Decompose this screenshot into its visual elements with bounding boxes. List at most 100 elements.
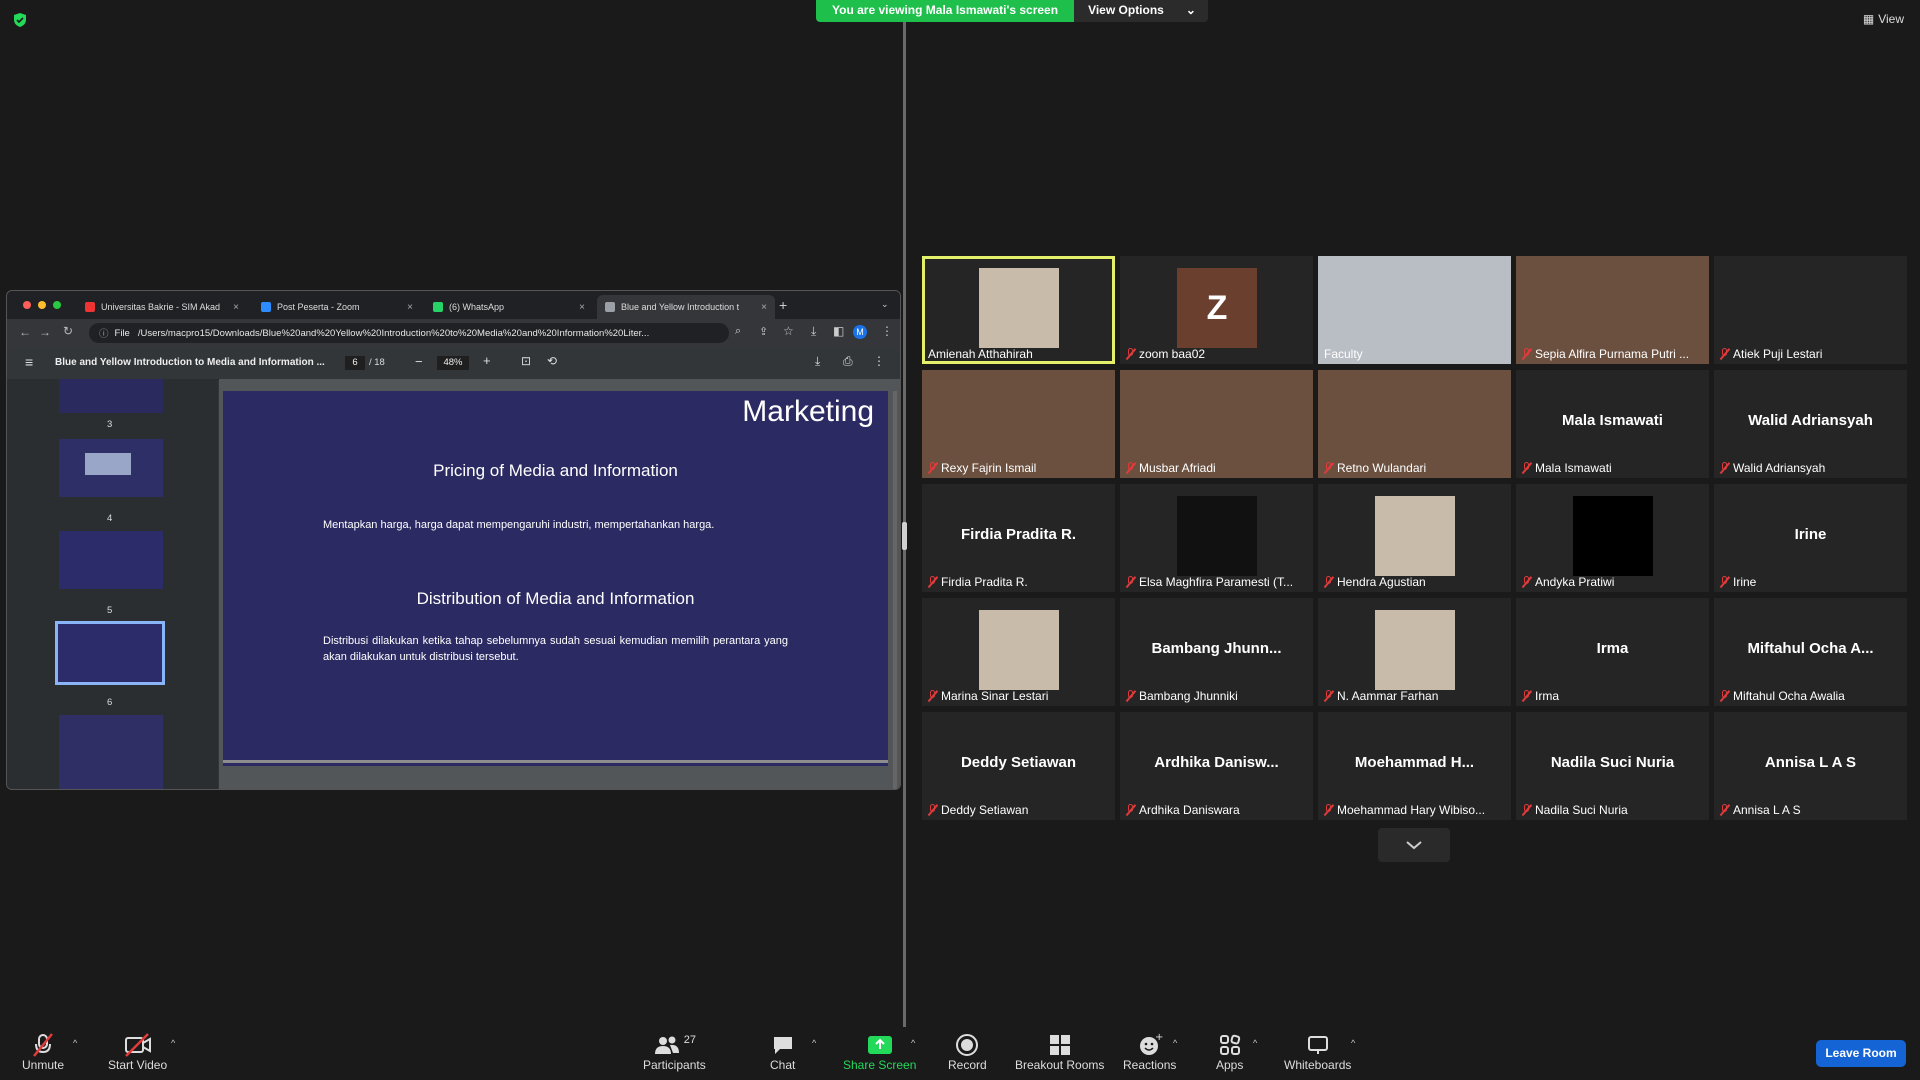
participant-tile[interactable]: Zzoom baa02 (1120, 256, 1313, 364)
close-tab-icon[interactable]: × (761, 302, 767, 313)
forward-icon[interactable]: → (39, 325, 51, 339)
microphone-muted-icon (1522, 462, 1531, 474)
thumbnail-page-6-selected[interactable] (55, 621, 165, 685)
participant-tile[interactable]: Hendra Agustian (1318, 484, 1511, 592)
participant-tile[interactable]: Amienah Atthahirah (922, 256, 1115, 364)
thumbnail-page-4[interactable] (59, 439, 163, 497)
hamburger-menu-icon[interactable]: ≡ (25, 354, 33, 370)
browser-tab[interactable]: Blue and Yellow Introduction t × (597, 295, 775, 319)
participant-tile[interactable]: Marina Sinar Lestari (922, 598, 1115, 706)
browser-menu-icon[interactable]: ⋮ (881, 324, 893, 338)
close-window-icon[interactable] (23, 301, 31, 309)
unmute-button[interactable]: Unmute (22, 1032, 64, 1072)
start-video-button[interactable]: Start Video (108, 1032, 167, 1072)
back-icon[interactable]: ← (19, 325, 31, 339)
microphone-muted-icon (1126, 804, 1135, 816)
zoom-level-input[interactable]: 48% (437, 356, 469, 370)
pdf-scrollbar[interactable] (893, 391, 897, 789)
download-icon[interactable]: ⤓ (811, 324, 816, 339)
participant-tile[interactable]: Mala Ismawati Mala Ismawati (1516, 370, 1709, 478)
view-options-button[interactable]: View Options ⌄ (1074, 0, 1208, 22)
browser-tab[interactable]: (6) WhatsApp × (425, 295, 593, 319)
participant-video (979, 268, 1059, 348)
breakout-rooms-button[interactable]: Breakout Rooms (1015, 1032, 1104, 1072)
sidepanel-icon[interactable]: ◧ (833, 324, 844, 338)
next-page-button[interactable] (1378, 828, 1450, 862)
close-tab-icon[interactable]: × (407, 302, 413, 313)
participants-button[interactable]: 27 Participants (643, 1032, 706, 1072)
participant-tile[interactable]: Deddy Setiawan Deddy Setiawan (922, 712, 1115, 820)
reactions-options-caret-icon[interactable]: ^ (1173, 1038, 1177, 1048)
browser-tab[interactable]: Universitas Bakrie - SIM Akad × (77, 295, 247, 319)
profile-avatar[interactable]: M (853, 325, 867, 339)
chevron-down-icon (1406, 841, 1422, 850)
close-tab-icon[interactable]: × (233, 302, 239, 313)
reactions-button[interactable]: + Reactions (1123, 1032, 1176, 1072)
participant-tile[interactable]: Retno Wulandari (1318, 370, 1511, 478)
participant-tile[interactable]: Faculty (1318, 256, 1511, 364)
share-screen-button[interactable]: Share Screen (843, 1032, 916, 1072)
thumbnail-page-5[interactable] (59, 531, 163, 589)
zoom-out-icon[interactable]: − (415, 354, 423, 369)
video-options-caret-icon[interactable]: ^ (171, 1038, 175, 1048)
whiteboards-options-caret-icon[interactable]: ^ (1351, 1038, 1355, 1048)
maximize-window-icon[interactable] (53, 301, 61, 309)
leave-room-button[interactable]: Leave Room (1816, 1040, 1906, 1067)
fit-page-icon[interactable]: ⊡ (521, 354, 531, 368)
microphone-muted-icon (928, 690, 937, 702)
chat-button[interactable]: Chat (770, 1032, 795, 1072)
thumbnail-page-7[interactable] (59, 715, 163, 789)
page-number-input[interactable]: 6 (345, 356, 365, 370)
participant-tile[interactable]: Atiek Puji Lestari (1714, 256, 1907, 364)
microphone-muted-icon (1126, 576, 1135, 588)
tab-favicon (605, 302, 615, 312)
participant-name: Faculty (1324, 347, 1363, 361)
participant-tile[interactable]: Sepia Alfira Purnama Putri ... (1516, 256, 1709, 364)
new-tab-icon[interactable]: + (779, 297, 787, 313)
participant-tile[interactable]: Bambang Jhunn... Bambang Jhunniki (1120, 598, 1313, 706)
participant-tile[interactable]: Ardhika Danisw... Ardhika Daniswara (1120, 712, 1313, 820)
minimize-window-icon[interactable] (38, 301, 46, 309)
audio-options-caret-icon[interactable]: ^ (73, 1038, 77, 1048)
reload-icon[interactable]: ↻ (63, 324, 73, 338)
rotate-icon[interactable]: ⟲ (547, 354, 557, 368)
close-tab-icon[interactable]: × (579, 302, 585, 313)
view-button[interactable]: ▦ View (1863, 12, 1904, 26)
browser-tab[interactable]: Post Peserta - Zoom × (253, 295, 421, 319)
pdf-download-icon[interactable]: ⤓ (815, 354, 820, 369)
chat-options-caret-icon[interactable]: ^ (812, 1038, 816, 1048)
participant-tile[interactable]: Miftahul Ocha A... Miftahul Ocha Awalia (1714, 598, 1907, 706)
share-options-caret-icon[interactable]: ^ (911, 1038, 915, 1048)
participant-tile[interactable]: N. Aammar Farhan (1318, 598, 1511, 706)
participant-tile[interactable]: Nadila Suci Nuria Nadila Suci Nuria (1516, 712, 1709, 820)
share-page-icon[interactable]: ⇪ (759, 325, 768, 338)
participant-tile[interactable]: Moehammad H... Moehammad Hary Wibiso... (1318, 712, 1511, 820)
pdf-more-icon[interactable]: ⋮ (873, 354, 885, 368)
security-shield-icon[interactable] (12, 12, 28, 28)
thumbnail-page-3[interactable] (59, 379, 163, 413)
whiteboards-button[interactable]: Whiteboards (1284, 1032, 1351, 1072)
record-button[interactable]: Record (948, 1032, 987, 1072)
participant-tile[interactable]: Irine Irine (1714, 484, 1907, 592)
print-icon[interactable]: ⎙ (843, 354, 853, 369)
apps-button[interactable]: Apps (1216, 1032, 1243, 1072)
participant-tile[interactable]: Walid Adriansyah Walid Adriansyah (1714, 370, 1907, 478)
participant-name: Mala Ismawati (1535, 461, 1612, 475)
participant-tile[interactable]: Andyka Pratiwi (1516, 484, 1709, 592)
divider-handle[interactable] (902, 522, 907, 550)
zoom-icon[interactable]: ⌕ (735, 325, 741, 338)
participant-tile[interactable]: Elsa Maghfira Paramesti (T... (1120, 484, 1313, 592)
bookmark-star-icon[interactable]: ☆ (783, 324, 794, 338)
participant-tile[interactable]: Rexy Fajrin Ismail (922, 370, 1115, 478)
participant-display-name: Firdia Pradita R. (960, 526, 1077, 543)
apps-options-caret-icon[interactable]: ^ (1253, 1038, 1257, 1048)
participant-tile[interactable]: Annisa L A S Annisa L A S (1714, 712, 1907, 820)
participant-name-label: Ardhika Daniswara (1126, 803, 1240, 817)
address-bar[interactable]: ⓘ File /Users/macpro15/Downloads/Blue%20… (89, 323, 729, 343)
participant-tile[interactable]: Musbar Afriadi (1120, 370, 1313, 478)
zoom-in-icon[interactable]: + (483, 353, 491, 368)
participant-name-label: Amienah Atthahirah (928, 347, 1033, 361)
participant-tile[interactable]: Irma Irma (1516, 598, 1709, 706)
tab-search-icon[interactable]: ⌄ (881, 299, 889, 310)
participant-tile[interactable]: Firdia Pradita R. Firdia Pradita R. (922, 484, 1115, 592)
